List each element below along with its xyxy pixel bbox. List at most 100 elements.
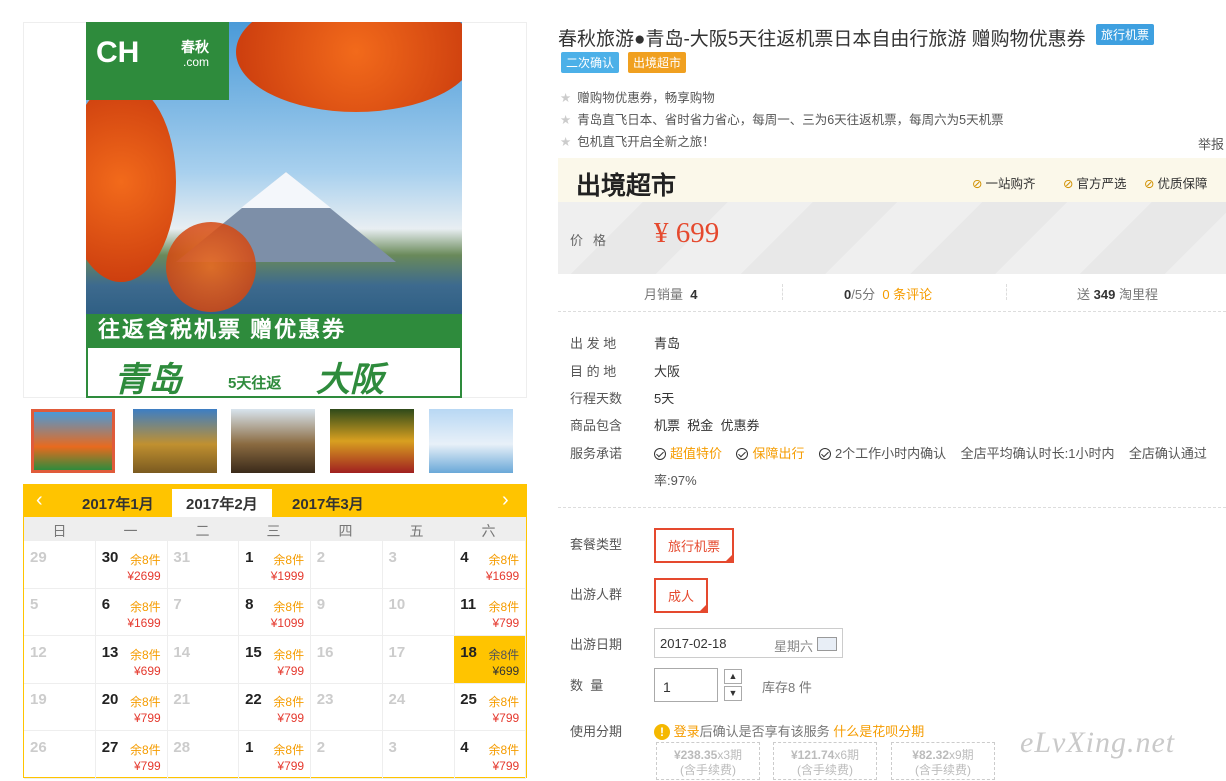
logo-cn: 春秋 (181, 39, 209, 55)
star-icon: ★ (560, 135, 572, 149)
weekday: 日 (52, 523, 67, 539)
day-price: ¥799 (133, 758, 161, 773)
calendar-day: 3 (382, 730, 455, 779)
info-value: 大阪 (654, 364, 681, 379)
travel-date-field[interactable]: 2017-02-18 星期六 (654, 628, 843, 658)
calendar-day: 10 (382, 588, 455, 637)
thumbnail-4[interactable] (330, 409, 414, 473)
installment-plan-6[interactable]: ¥121.74x6期 (含手续费) (773, 742, 877, 780)
route-duration: 5天往返 (228, 375, 282, 392)
day-number: 18 (460, 643, 477, 661)
day-number: 3 (388, 549, 397, 566)
month-tab-3[interactable]: 2017年3月 (292, 493, 364, 514)
plan-fee: (含手续费) (915, 763, 971, 777)
day-number: 27 (101, 738, 119, 756)
thumbnail-1[interactable] (31, 409, 115, 473)
day-number: 12 (30, 643, 47, 661)
reviews-link[interactable]: 0 条评论 (882, 287, 932, 302)
calendar-day[interactable]: 1 余8件 ¥1999 (239, 541, 312, 589)
day-stock: 余8件 (273, 600, 305, 615)
package-option-flight[interactable]: 旅行机票 (654, 528, 735, 563)
calendar-day[interactable]: 11 余8件 ¥799 (454, 588, 527, 637)
month-tab-2[interactable]: 2017年2月 (172, 489, 272, 517)
day-number: 28 (173, 738, 191, 756)
day-stock: 余8件 (488, 647, 520, 662)
calendar-day: 12 (24, 635, 96, 684)
installment-plan-3[interactable]: ¥238.35x3期 (含手续费) (656, 742, 760, 780)
login-link[interactable]: 登录 (674, 724, 700, 739)
day-stock: 余8件 (130, 647, 161, 662)
market-feature: ⊘ 官方严选 (1063, 173, 1127, 192)
prev-month-icon[interactable]: ‹ (36, 489, 43, 512)
decrease-icon[interactable]: ▼ (724, 686, 742, 701)
sales-label: 月销量 (644, 287, 684, 302)
day-number: 20 (101, 691, 119, 709)
star-icon: ★ (560, 113, 572, 127)
calendar-icon[interactable] (817, 637, 837, 651)
calendar-day[interactable]: 22 余8件 ¥799 (239, 683, 312, 732)
maple-foliage (166, 222, 256, 312)
day-number: 1 (245, 738, 254, 756)
calendar-day[interactable]: 1 余8件 ¥799 (239, 730, 312, 779)
weekday: 三 (266, 523, 281, 539)
calendar-day: 26 (24, 730, 96, 779)
calendar-day[interactable]: 18 余8件 ¥699 (454, 635, 527, 684)
weekday: 五 (409, 523, 424, 539)
calendar-day[interactable]: 4 余8件 ¥1699 (454, 541, 527, 589)
thumbnail-5[interactable] (429, 409, 513, 473)
feature-item: ★ 青岛直飞日本、省时省力省心，每周一、三为6天往返机票，每周六为5天机票 (560, 109, 1004, 128)
price-label: 价格 (570, 233, 617, 248)
weekday-header: 日 一 二 三 四 五 六 (24, 517, 526, 541)
month-tab-1[interactable]: 2017年1月 (82, 493, 154, 514)
calendar-day: 16 (310, 635, 383, 684)
info-label: 商品包含 (570, 418, 623, 433)
calendar-day: 7 (167, 588, 240, 637)
calendar-day[interactable]: 8 余8件 ¥1099 (239, 588, 312, 637)
info-label: 行程天数 (570, 391, 623, 406)
calendar-day[interactable]: 25 余8件 ¥799 (454, 683, 527, 732)
day-number: 4 (460, 549, 469, 566)
warning-icon: ! (654, 724, 670, 740)
watermark: eLvXing.net (1020, 726, 1176, 759)
divider (1006, 284, 1007, 300)
day-price: ¥799 (277, 711, 305, 726)
main-product-image[interactable]: CH 春秋 .com 往返含税机票 赠优惠券 青岛 5天往返 大阪 (86, 22, 462, 398)
next-month-icon[interactable]: › (502, 489, 509, 512)
crowd-option-adult[interactable]: 成人 (654, 578, 709, 613)
calendar-day[interactable]: 27 余8件 ¥799 (95, 730, 168, 779)
snowcap-shape (241, 172, 331, 208)
thumbnail-3[interactable] (231, 409, 315, 473)
feature-text: 青岛直飞日本、省时省力省心，每周一、三为6天往返机票，每周六为5天机票 (577, 113, 1004, 127)
rating-suffix: /5分 (851, 287, 876, 302)
report-link[interactable]: 举报 (1198, 134, 1224, 153)
calendar-day[interactable]: 20 余8件 ¥799 (95, 683, 168, 732)
quantity-input[interactable]: 1 (654, 668, 718, 702)
day-number: 30 (101, 549, 119, 566)
check-circle-icon (736, 448, 749, 460)
day-stock: 余8件 (130, 600, 161, 615)
calendar-day[interactable]: 30 余8件 ¥2699 (95, 541, 168, 589)
huabei-link[interactable]: 什么是花呗分期 (833, 724, 924, 739)
day-price: ¥1699 (127, 616, 161, 631)
market-feature-label: 优质保障 (1157, 177, 1208, 191)
increase-icon[interactable]: ▲ (724, 669, 742, 684)
day-number: 14 (173, 643, 191, 661)
installment-plan-9[interactable]: ¥82.32x9期 (含手续费) (891, 742, 995, 780)
day-stock: 余8件 (273, 553, 305, 567)
day-number: 17 (388, 643, 406, 661)
thumbnail-2[interactable] (133, 409, 217, 473)
calendar-header: ‹ 2017年1月 2017年2月 2017年3月 › (24, 485, 526, 517)
check-circle-icon (818, 448, 831, 460)
day-stock: 余8件 (488, 695, 520, 710)
weekday: 一 (123, 523, 138, 539)
calendar-day[interactable]: 13 余8件 ¥699 (95, 635, 168, 684)
day-stock: 余8件 (273, 647, 305, 662)
day-number: 8 (245, 596, 254, 614)
calendar-day[interactable]: 4 余8件 ¥799 (454, 730, 527, 779)
plan-period: x3期 (717, 748, 743, 762)
feature-text: 赠购物优惠券，畅享购物 (577, 91, 715, 105)
maple-foliage (86, 82, 176, 282)
calendar-day[interactable]: 6 余8件 ¥1699 (95, 588, 168, 637)
calendar-day[interactable]: 15 余8件 ¥799 (239, 635, 312, 684)
plan-amount: ¥238.35 (673, 748, 718, 762)
